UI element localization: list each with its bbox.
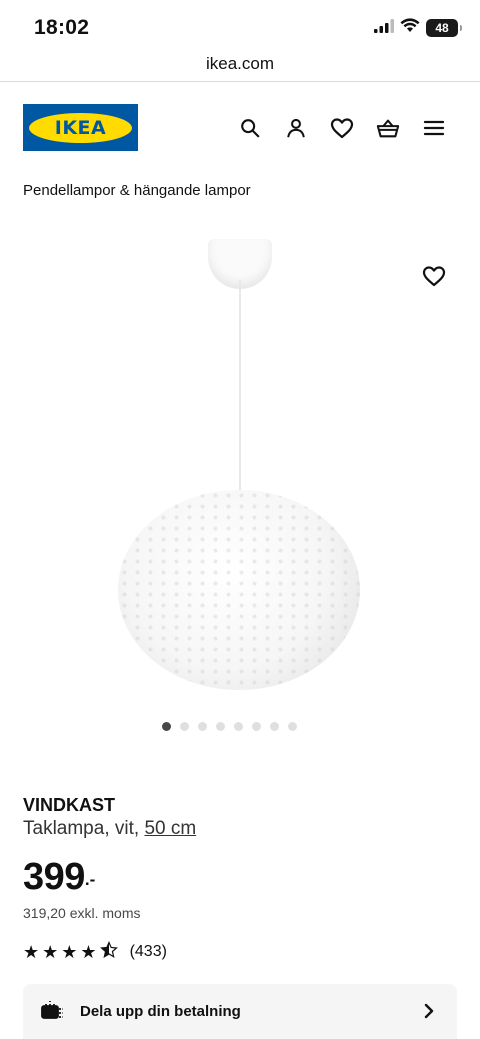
product-price: 399 .- xyxy=(23,856,95,898)
lamp-shade-texture xyxy=(118,490,360,690)
heart-icon[interactable] xyxy=(330,116,354,140)
split-payment-label: Dela upp din betalning xyxy=(80,1003,241,1020)
product-name: VINDKAST xyxy=(23,795,116,815)
star-icon: ★ xyxy=(61,941,78,962)
gallery-dot[interactable] xyxy=(269,722,279,731)
product-description: Taklampa, vit, 50 cm xyxy=(23,818,197,839)
wallet-icon xyxy=(40,998,64,1025)
breadcrumb[interactable]: Pendellampor & hängande lampor xyxy=(23,182,251,199)
gallery-pagination xyxy=(0,722,480,731)
gallery-dot[interactable] xyxy=(287,722,297,731)
site-header: IKEA xyxy=(0,82,480,172)
search-icon[interactable] xyxy=(238,116,262,140)
split-payment-banner[interactable]: Dela upp din betalning xyxy=(23,984,457,1039)
basket-icon[interactable] xyxy=(376,116,400,140)
signal-icon xyxy=(374,18,394,38)
star-icon: ★ xyxy=(80,941,97,962)
wifi-icon xyxy=(400,18,420,38)
url-text: ikea.com xyxy=(205,54,275,73)
status-bar: 18:02 48 xyxy=(0,0,480,50)
chevron-right-icon xyxy=(423,1003,435,1024)
address-bar[interactable]: ikea.com xyxy=(0,50,480,82)
star-icon: ★ xyxy=(42,941,59,962)
status-time: 18:02 xyxy=(34,16,90,39)
logo-text: IKEA xyxy=(54,116,107,139)
gallery-dot[interactable] xyxy=(179,722,189,731)
gallery-dot[interactable] xyxy=(233,722,243,731)
price-value: 399 xyxy=(23,856,85,898)
menu-icon[interactable] xyxy=(422,116,446,140)
add-to-favourites-heart-icon[interactable] xyxy=(422,265,446,292)
price-suffix: .- xyxy=(84,870,96,889)
header-actions xyxy=(238,116,446,140)
rating-count: (433) xyxy=(129,942,167,960)
status-icons: 48 xyxy=(374,18,462,38)
gallery-dot[interactable] xyxy=(197,722,207,731)
product-rating[interactable]: ★ ★ ★ ★ (433) xyxy=(23,941,167,962)
price-excl-vat: 319,20 exkl. moms xyxy=(23,905,141,921)
star-icon: ★ xyxy=(23,941,40,962)
product-image-gallery[interactable] xyxy=(0,215,480,715)
gallery-dot[interactable] xyxy=(251,722,261,731)
size-link[interactable]: 50 cm xyxy=(144,818,196,839)
battery-icon: 48 xyxy=(426,19,462,37)
ikea-logo[interactable]: IKEA xyxy=(23,104,138,151)
account-icon[interactable] xyxy=(284,116,308,140)
gallery-dot[interactable] xyxy=(215,722,225,731)
gallery-dot[interactable] xyxy=(161,722,171,731)
half-star-icon xyxy=(99,941,118,962)
lamp-cord xyxy=(239,280,241,495)
